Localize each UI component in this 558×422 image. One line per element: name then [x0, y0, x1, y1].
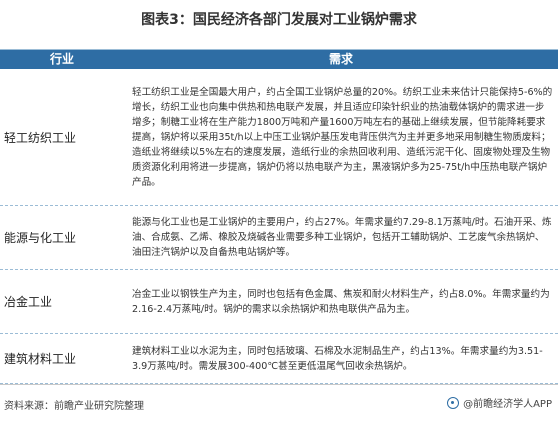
source-note: 资料来源：前瞻产业研究院整理 [4, 401, 144, 412]
demand-cell: 冶金工业以钢铁生产为主，同时也包括有色金属、焦炭和耐火材料生产，约占8.0%。年… [132, 288, 550, 315]
table-row: 轻工纺织工业 轻工纺织工业是全国最大用户，约占全国工业锅炉总量的20%。纺织工业… [0, 69, 558, 206]
demand-cell: 轻工纺织工业是全国最大用户，约占全国工业锅炉总量的20%。纺织工业未来估计只能保… [132, 86, 553, 188]
table-header: 行业 需求 [0, 50, 558, 69]
figure-title: 图表3：国民经济各部门发展对工业锅炉需求 [141, 12, 417, 28]
brand-text: @前瞻经济学人APP [463, 399, 552, 410]
footer: 资料来源：前瞻产业研究院整理 @前瞻经济学人APP [0, 384, 558, 422]
header-industry: 行业 [49, 52, 74, 66]
industry-cell: 能源与化工业 [4, 231, 77, 245]
industry-cell: 冶金工业 [4, 295, 53, 309]
demand-cell: 能源与化工业也是工业锅炉的主要用户，约占27%。年需求量约7.29-8.1万蒸吨… [132, 217, 552, 258]
table-row: 冶金工业 冶金工业以钢铁生产为主，同时也包括有色金属、焦炭和耐火材料生产，约占8… [0, 270, 558, 334]
header-demand: 需求 [328, 52, 353, 66]
industry-cell: 建筑材料工业 [4, 352, 77, 366]
table-row: 建筑材料工业 建筑材料工业以水泥为主，同时包括玻璃、石棉及水泥制品生产，约占13… [0, 334, 558, 384]
table-row: 能源与化工业 能源与化工业也是工业锅炉的主要用户，约占27%。年需求量约7.29… [0, 206, 558, 270]
brand-credit: @前瞻经济学人APP [447, 395, 552, 410]
demand-cell: 建筑材料工业以水泥为主，同时包括玻璃、石棉及水泥制品生产，约占13%。年需求量约… [132, 345, 543, 372]
demand-table: 行业 需求 轻工纺织工业 轻工纺织工业是全国最大用户，约占全国工业锅炉总量的20… [0, 49, 558, 384]
industry-cell: 轻工纺织工业 [4, 130, 77, 145]
brand-logo-icon [447, 396, 460, 409]
